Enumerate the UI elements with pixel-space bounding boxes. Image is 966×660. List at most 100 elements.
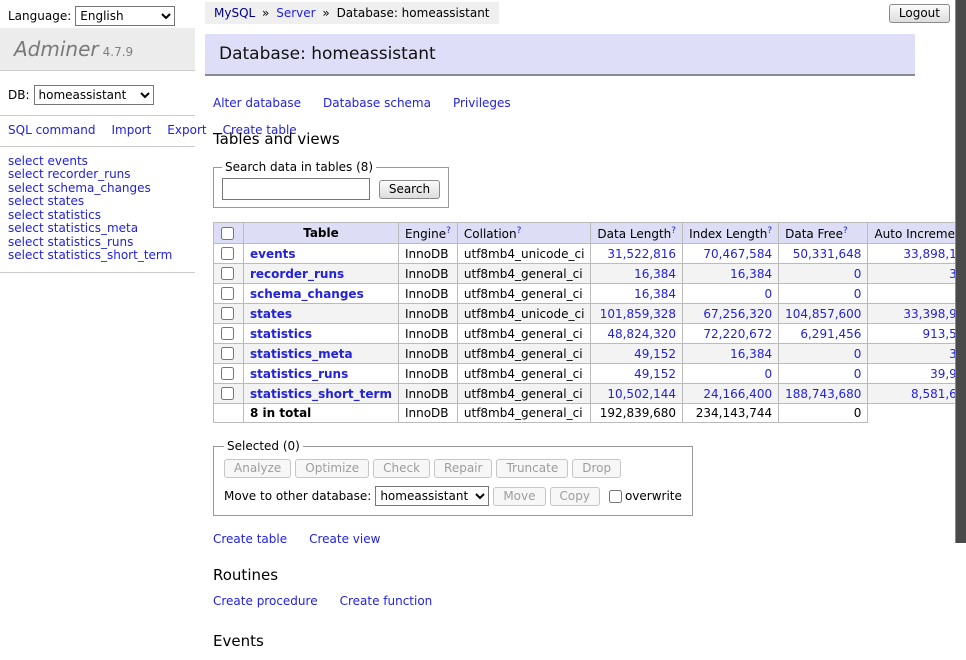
data-free-link[interactable]: 0: [854, 367, 862, 381]
data-free-link[interactable]: 0: [854, 287, 862, 301]
overwrite-checkbox[interactable]: [609, 490, 622, 503]
language-select[interactable]: English: [75, 6, 175, 26]
move-db-select[interactable]: homeassistant: [375, 486, 489, 506]
db-link-alter-database[interactable]: Alter database: [213, 96, 301, 110]
breadcrumb-mysql-link[interactable]: MySQL: [214, 6, 255, 20]
search-input[interactable]: [222, 178, 370, 200]
data-free-link[interactable]: 6,291,456: [800, 327, 861, 341]
row-checkbox-statistics-meta[interactable]: [221, 347, 234, 360]
sidebar-table-row: select statistics: [8, 209, 187, 222]
routine-link-create-procedure[interactable]: Create procedure: [213, 594, 318, 608]
data-free-link[interactable]: 104,857,600: [785, 307, 861, 321]
help-engine-icon[interactable]: ?: [446, 226, 451, 236]
row-checkbox-statistics-short-term[interactable]: [221, 387, 234, 400]
data-length-link[interactable]: 31,522,816: [607, 247, 676, 261]
index-length-link[interactable]: 0: [764, 287, 772, 301]
data-free-link[interactable]: 0: [854, 347, 862, 361]
table-link-statistics[interactable]: statistics: [250, 327, 312, 341]
table-row-statistics: statisticsInnoDButf8mb4_general_ci48,824…: [214, 324, 966, 344]
index-length-link[interactable]: 24,166,400: [703, 387, 772, 401]
sidebar-select-statistics-runs[interactable]: select: [8, 235, 44, 249]
breadcrumb-server-link[interactable]: Server: [276, 6, 315, 20]
row-checkbox-statistics-runs[interactable]: [221, 367, 234, 380]
copy-button[interactable]: Copy: [550, 487, 600, 506]
sidebar-select-states[interactable]: select: [8, 194, 44, 208]
data-length-link[interactable]: 48,824,320: [607, 327, 676, 341]
table-row-statistics-meta: statistics_meta InnoDButf8mb4_general_ci 4…: [214, 344, 966, 364]
drop-button[interactable]: Drop: [572, 459, 621, 478]
help-data-length-icon[interactable]: ?: [671, 226, 676, 236]
sidebar-select-statistics-meta[interactable]: select: [8, 221, 44, 235]
data-free-link[interactable]: 50,331,648: [793, 247, 862, 261]
db-link-privileges[interactable]: Privileges: [453, 96, 511, 110]
sidebar-link-import[interactable]: Import: [111, 123, 151, 137]
sidebar-table-events[interactable]: events: [47, 154, 87, 168]
row-checkbox-schema-changes[interactable]: [221, 287, 234, 300]
sidebar-table-row: select schema_changes: [8, 182, 187, 195]
table-link-statistics-short-term[interactable]: statistics_short_term: [250, 387, 392, 401]
select-all-checkbox[interactable]: [221, 227, 234, 240]
sidebar-table-statistics-runs[interactable]: statistics_runs: [47, 235, 133, 249]
collation-value: utf8mb4_general_ci: [457, 344, 591, 364]
vertical-scrollbar[interactable]: [955, 0, 966, 543]
sidebar-table-statistics-meta[interactable]: statistics_meta: [47, 221, 138, 235]
data-length-link[interactable]: 16,384: [634, 287, 676, 301]
help-index-length-icon[interactable]: ?: [767, 226, 772, 236]
create-link-create-table[interactable]: Create table: [213, 532, 287, 546]
table-link-states[interactable]: states: [250, 307, 292, 321]
index-length-link[interactable]: 67,256,320: [703, 307, 772, 321]
data-length-link[interactable]: 49,152: [634, 347, 676, 361]
optimize-button[interactable]: Optimize: [295, 459, 369, 478]
sidebar-select-schema-changes[interactable]: select: [8, 181, 44, 195]
table-header-row: TableEngine?Collation?Data Length?Index …: [214, 223, 966, 244]
index-length-link[interactable]: 0: [764, 367, 772, 381]
total-collation: utf8mb4_general_ci: [457, 404, 591, 423]
table-link-statistics-meta[interactable]: statistics_meta: [250, 347, 353, 361]
help-collation-icon[interactable]: ?: [517, 226, 522, 236]
index-length-link[interactable]: 16,384: [730, 267, 772, 281]
table-link-schema-changes[interactable]: schema_changes: [250, 287, 364, 301]
table-row-schema-changes: schema_changesInnoDButf8mb4_general_ci16…: [214, 284, 966, 304]
data-length-link[interactable]: 49,152: [634, 367, 676, 381]
move-button[interactable]: Move: [493, 487, 545, 506]
repair-button[interactable]: Repair: [434, 459, 492, 478]
table-link-events[interactable]: events: [250, 247, 296, 261]
sidebar-link-sql-command[interactable]: SQL command: [8, 123, 95, 137]
sidebar-table-row: select statistics_meta: [8, 222, 187, 235]
sidebar-select-statistics[interactable]: select: [8, 208, 44, 222]
search-button[interactable]: Search: [379, 180, 440, 199]
table-link-statistics-runs[interactable]: statistics_runs: [250, 367, 348, 381]
data-length-link[interactable]: 101,859,328: [600, 307, 676, 321]
data-free-link[interactable]: 188,743,680: [785, 387, 861, 401]
row-checkbox-statistics[interactable]: [221, 327, 234, 340]
data-length-link[interactable]: 10,502,144: [607, 387, 676, 401]
sidebar-select-events[interactable]: select: [8, 154, 44, 168]
sidebar-link-export[interactable]: Export: [167, 123, 206, 137]
db-select[interactable]: homeassistant: [34, 85, 154, 105]
sidebar-select-statistics-short-term[interactable]: select: [8, 248, 44, 262]
routine-link-create-function[interactable]: Create function: [340, 594, 433, 608]
sidebar-table-states[interactable]: states: [47, 194, 84, 208]
sidebar-table-statistics[interactable]: statistics: [47, 208, 101, 222]
row-checkbox-events[interactable]: [221, 247, 234, 260]
row-checkbox-states[interactable]: [221, 307, 234, 320]
sidebar-table-schema-changes[interactable]: schema_changes: [47, 181, 150, 195]
row-checkbox-recorder-runs[interactable]: [221, 267, 234, 280]
table-link-recorder-runs[interactable]: recorder_runs: [250, 267, 344, 281]
data-free-link[interactable]: 0: [854, 267, 862, 281]
truncate-button[interactable]: Truncate: [496, 459, 568, 478]
index-length-link[interactable]: 16,384: [730, 347, 772, 361]
sidebar-table-statistics-short-term[interactable]: statistics_short_term: [47, 248, 172, 262]
analyze-button[interactable]: Analyze: [224, 459, 291, 478]
index-length-link[interactable]: 70,467,584: [703, 247, 772, 261]
engine-value: InnoDB: [398, 344, 457, 364]
data-length-link[interactable]: 16,384: [634, 267, 676, 281]
collation-value: utf8mb4_unicode_ci: [457, 244, 591, 264]
sidebar-select-recorder-runs[interactable]: select: [8, 167, 44, 181]
create-link-create-view[interactable]: Create view: [309, 532, 380, 546]
db-link-database-schema[interactable]: Database schema: [323, 96, 431, 110]
sidebar-table-recorder-runs[interactable]: recorder_runs: [47, 167, 130, 181]
help-data-free-icon[interactable]: ?: [843, 226, 848, 236]
index-length-link[interactable]: 72,220,672: [703, 327, 772, 341]
check-button[interactable]: Check: [373, 459, 430, 478]
